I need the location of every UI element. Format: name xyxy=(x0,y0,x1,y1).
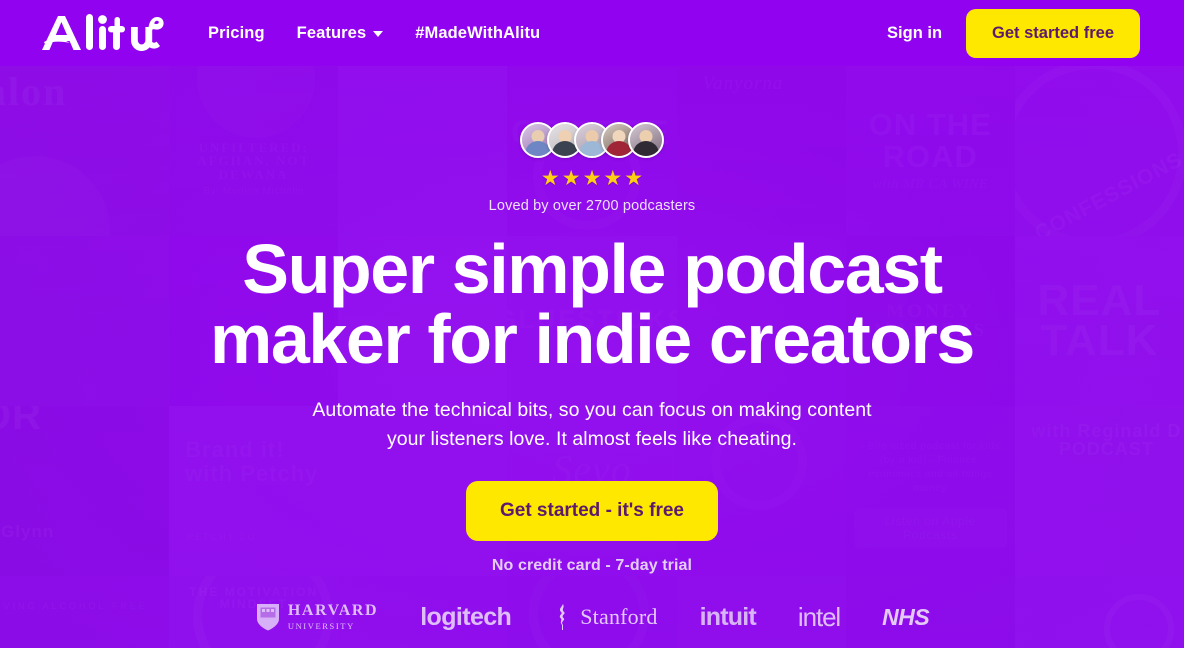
headline-line-2: maker for indie creators xyxy=(210,300,975,378)
logo-stanford: Stanford xyxy=(553,603,657,631)
alitu-logo[interactable] xyxy=(38,10,164,56)
harvard-sublabel: UNIVERSITY xyxy=(287,621,355,632)
nav-item-madewithalitu-label: #MadeWithAlitu xyxy=(415,23,541,42)
nav-item-features[interactable]: Features xyxy=(297,24,384,43)
header-actions: Sign in Get started free xyxy=(887,8,1140,58)
harvard-wordmark: HARVARD UNIVERSITY xyxy=(288,603,378,631)
nhs-label: NHS xyxy=(882,603,930,630)
nav-item-madewithalitu[interactable]: #MadeWithAlitu xyxy=(415,24,540,43)
harvard-label: HARVARD xyxy=(287,602,379,620)
avatar xyxy=(628,122,664,158)
nav-item-pricing[interactable]: Pricing xyxy=(208,24,265,43)
star-icon: ★ xyxy=(540,167,560,190)
get-started-free-button[interactable]: Get started free xyxy=(966,8,1140,58)
star-icon: ★ xyxy=(582,167,602,190)
stanford-tree-icon xyxy=(560,604,565,630)
logo-harvard: HARVARD UNIVERSITY xyxy=(255,602,378,632)
intuit-label: intuit xyxy=(699,602,757,631)
main-nav: Pricing Features #MadeWithAlitu xyxy=(208,24,540,43)
nav-item-pricing-label: Pricing xyxy=(208,23,265,42)
cta-note: No credit card - 7-day trial xyxy=(491,557,693,574)
nav-item-features-label: Features xyxy=(296,23,367,42)
social-proof-caption: Loved by over 2700 podcasters xyxy=(488,198,696,214)
chevron-down-icon xyxy=(373,31,384,37)
page-title: Super simple podcast maker for indie cre… xyxy=(210,234,975,374)
sign-in-link[interactable]: Sign in xyxy=(887,24,942,43)
subheading-line-2: your listeners love. It almost feels lik… xyxy=(386,428,798,450)
logo-intel: intel xyxy=(797,601,841,633)
hero-content: ★ ★ ★ ★ ★ Loved by over 2700 podcasters … xyxy=(0,66,1184,648)
logo-intuit: intuit xyxy=(699,602,757,632)
social-proof-avatars xyxy=(520,122,664,158)
hero-subheading: Automate the technical bits, so you can … xyxy=(312,396,871,454)
hero-section: alon UNFILTERED: AFGHAN, NOT DEWANA By: … xyxy=(0,66,1184,648)
headline-line-1: Super simple podcast xyxy=(242,230,943,308)
star-icon: ★ xyxy=(624,167,644,190)
logitech-label: logitech xyxy=(420,602,512,631)
star-icon: ★ xyxy=(561,167,581,190)
harvard-shield-icon xyxy=(256,604,279,631)
intel-label: intel xyxy=(797,601,841,632)
logo-nhs: NHS xyxy=(882,603,930,631)
logo-logitech: logitech xyxy=(420,602,512,632)
star-icon: ★ xyxy=(603,167,623,190)
customer-logo-strip: HARVARD UNIVERSITY logitech Stanford int… xyxy=(0,586,1184,648)
subheading-line-1: Automate the technical bits, so you can … xyxy=(312,399,872,421)
site-header: Pricing Features #MadeWithAlitu Sign in … xyxy=(0,0,1184,66)
alitu-logo-icon xyxy=(42,14,164,51)
stanford-label: Stanford xyxy=(580,604,658,629)
hero-get-started-button[interactable]: Get started - it's free xyxy=(465,481,719,541)
rating-stars: ★ ★ ★ ★ ★ xyxy=(541,168,643,189)
